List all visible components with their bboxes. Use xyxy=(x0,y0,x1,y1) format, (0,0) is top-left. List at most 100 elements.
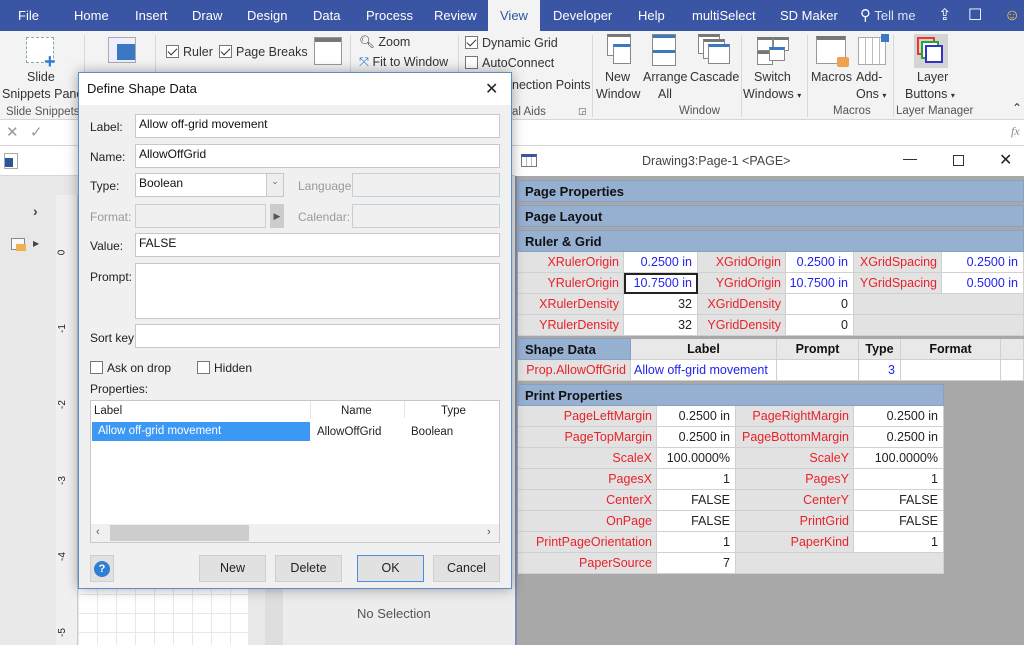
connection-points-checkbox[interactable]: nection Points xyxy=(512,78,591,92)
cell-value-CenterX[interactable]: FALSE xyxy=(657,490,736,511)
type-dropdown-chevron-icon[interactable]: ⌄ xyxy=(266,173,284,197)
cell-name-YRulerOrigin[interactable]: YRulerOrigin xyxy=(518,273,624,294)
tab-developer[interactable]: Developer xyxy=(545,0,620,31)
cell-name-YGridOrigin[interactable]: YGridOrigin xyxy=(698,273,786,294)
tell-me-box[interactable]: ⚲ Tell me xyxy=(852,0,924,31)
new-button[interactable]: New xyxy=(199,555,266,582)
cell-name-YGridSpacing[interactable]: YGridSpacing xyxy=(854,273,942,294)
cell-value-XGridSpacing[interactable]: 0.2500 in xyxy=(942,252,1024,273)
ask-on-drop-check[interactable] xyxy=(90,361,103,374)
section-shape-data[interactable]: Shape Data xyxy=(518,338,631,360)
cell-name-XGridSpacing[interactable]: XGridSpacing xyxy=(854,252,942,273)
delete-button[interactable]: Delete xyxy=(275,555,342,582)
shape-data-prompt-cell[interactable] xyxy=(777,360,859,381)
ruler-check[interactable] xyxy=(166,45,179,58)
cell-value-XGridOrigin[interactable]: 0.2500 in xyxy=(786,252,854,273)
cell-value-PagesY[interactable]: 1 xyxy=(854,469,944,490)
switch-windows-label[interactable]: Windows ▾ xyxy=(743,87,801,101)
list-header-name[interactable]: Name xyxy=(341,405,372,417)
scrollbar-thumb[interactable] xyxy=(110,525,249,541)
layer-buttons-button[interactable]: Layer xyxy=(917,70,948,84)
cell-value-PaperSource[interactable]: 7 xyxy=(657,553,736,574)
help-button[interactable]: ? xyxy=(90,555,114,582)
visio-document-icon[interactable] xyxy=(4,153,18,169)
cell-value-ScaleX[interactable]: 100.0000% xyxy=(657,448,736,469)
cell-value-YGridOrigin[interactable]: 10.7500 in xyxy=(786,273,854,294)
tab-help[interactable]: Help xyxy=(630,0,673,31)
cell-value-YGridSpacing[interactable]: 0.5000 in xyxy=(942,273,1024,294)
cell-name-PrintPageOrientation[interactable]: PrintPageOrientation xyxy=(518,532,657,553)
format-input[interactable] xyxy=(135,204,266,228)
cascade-button[interactable]: Cascade xyxy=(690,70,739,84)
autoconnect-checkbox[interactable]: AutoConnect xyxy=(465,56,554,70)
scroll-left-icon[interactable]: ‹ xyxy=(96,526,100,538)
scroll-right-icon[interactable]: › xyxy=(487,526,491,538)
cell-value-PrintPageOrientation[interactable]: 1 xyxy=(657,532,736,553)
cell-name-ScaleX[interactable]: ScaleX xyxy=(518,448,657,469)
cell-name-YRulerDensity[interactable]: YRulerDensity xyxy=(518,315,624,336)
cell-name-PagesX[interactable]: PagesX xyxy=(518,469,657,490)
macros-button[interactable]: Macros xyxy=(811,70,852,84)
cell-value-OnPage[interactable]: FALSE xyxy=(657,511,736,532)
shape-data-row-name[interactable]: Prop.AllowOffGrid xyxy=(518,360,631,381)
tab-data[interactable]: Data xyxy=(305,0,348,31)
hidden-check[interactable] xyxy=(197,361,210,374)
arrange-all-button[interactable]: Arrange xyxy=(643,70,687,84)
cell-value-PageTopMargin[interactable]: 0.2500 in xyxy=(657,427,736,448)
cell-name-CenterY[interactable]: CenterY xyxy=(736,490,854,511)
cell-name-PrintGrid[interactable]: PrintGrid xyxy=(736,511,854,532)
value-input[interactable]: FALSE xyxy=(135,233,500,257)
tab-multiselect[interactable]: multiSelect xyxy=(684,0,764,31)
cell-value-YRulerDensity[interactable]: 32 xyxy=(624,315,698,336)
list-header-type[interactable]: Type xyxy=(441,405,466,417)
dynamic-grid-check[interactable] xyxy=(465,36,478,49)
cell-value-XRulerOrigin[interactable]: 0.2500 in xyxy=(624,252,698,273)
cell-name-XGridDensity[interactable]: XGridDensity xyxy=(698,294,786,315)
section-print-properties[interactable]: Print Properties xyxy=(518,384,944,406)
ruler-checkbox[interactable]: Ruler xyxy=(166,45,213,59)
cell-name-CenterX[interactable]: CenterX xyxy=(518,490,657,511)
page-breaks-check[interactable] xyxy=(219,45,232,58)
name-input[interactable]: AllowOffGrid xyxy=(135,144,500,168)
expand-shapes-chevron-icon[interactable]: › xyxy=(33,203,38,219)
minimize-icon[interactable]: — xyxy=(903,150,917,166)
tab-draw[interactable]: Draw xyxy=(184,0,230,31)
language-select[interactable] xyxy=(352,173,500,197)
properties-list[interactable]: Label Name Type Allow off-grid movement … xyxy=(90,400,500,543)
ask-on-drop-checkbox[interactable]: Ask on drop xyxy=(90,361,171,375)
page-breaks-checkbox[interactable]: Page Breaks xyxy=(219,45,308,59)
shape-data-label-cell[interactable]: Allow off-grid movement xyxy=(631,360,777,381)
enter-formula-icon[interactable]: ✓ xyxy=(30,123,43,141)
smiley-feedback-icon[interactable]: ☺ xyxy=(996,0,1024,31)
cell-value-PrintGrid[interactable]: FALSE xyxy=(854,511,944,532)
slide-snippets-label[interactable]: Slide xyxy=(27,70,55,84)
cell-value-YRulerOrigin[interactable]: 10.7500 in xyxy=(624,273,698,294)
dialog-launcher-icon[interactable]: ◲ xyxy=(578,106,587,117)
comments-icon[interactable]: ☐ xyxy=(960,0,990,31)
stencil-menu-arrow-icon[interactable]: ▶ xyxy=(33,239,39,248)
shape-data-extra-cell[interactable] xyxy=(1001,360,1024,381)
arrange-all-label[interactable]: All xyxy=(658,87,672,101)
cell-name-PagesY[interactable]: PagesY xyxy=(736,469,854,490)
collapse-ribbon-icon[interactable]: ⌃ xyxy=(1012,101,1022,115)
cell-value-PageBottomMargin[interactable]: 0.2500 in xyxy=(854,427,944,448)
cell-name-PageBottomMargin[interactable]: PageBottomMargin xyxy=(736,427,854,448)
cell-name-YGridDensity[interactable]: YGridDensity xyxy=(698,315,786,336)
hidden-checkbox[interactable]: Hidden xyxy=(197,361,252,375)
new-window-label[interactable]: Window xyxy=(596,87,640,101)
cell-value-CenterY[interactable]: FALSE xyxy=(854,490,944,511)
new-window-button[interactable]: New xyxy=(605,70,630,84)
cell-name-PaperKind[interactable]: PaperKind xyxy=(736,532,854,553)
layer-buttons-label[interactable]: Buttons ▾ xyxy=(905,87,955,101)
section-page-layout[interactable]: Page Layout xyxy=(518,205,1024,227)
cell-value-PaperKind[interactable]: 1 xyxy=(854,532,944,553)
maximize-icon[interactable] xyxy=(953,155,964,166)
list-header-label[interactable]: Label xyxy=(94,405,122,417)
cell-name-XGridOrigin[interactable]: XGridOrigin xyxy=(698,252,786,273)
cancel-button[interactable]: Cancel xyxy=(433,555,500,582)
cancel-formula-icon[interactable]: ✕ xyxy=(6,123,19,141)
dynamic-grid-checkbox[interactable]: Dynamic Grid xyxy=(465,36,558,50)
close-icon[interactable]: ✕ xyxy=(999,150,1012,170)
autoconnect-check[interactable] xyxy=(465,56,478,69)
task-pane-layout-icon[interactable] xyxy=(314,37,342,65)
